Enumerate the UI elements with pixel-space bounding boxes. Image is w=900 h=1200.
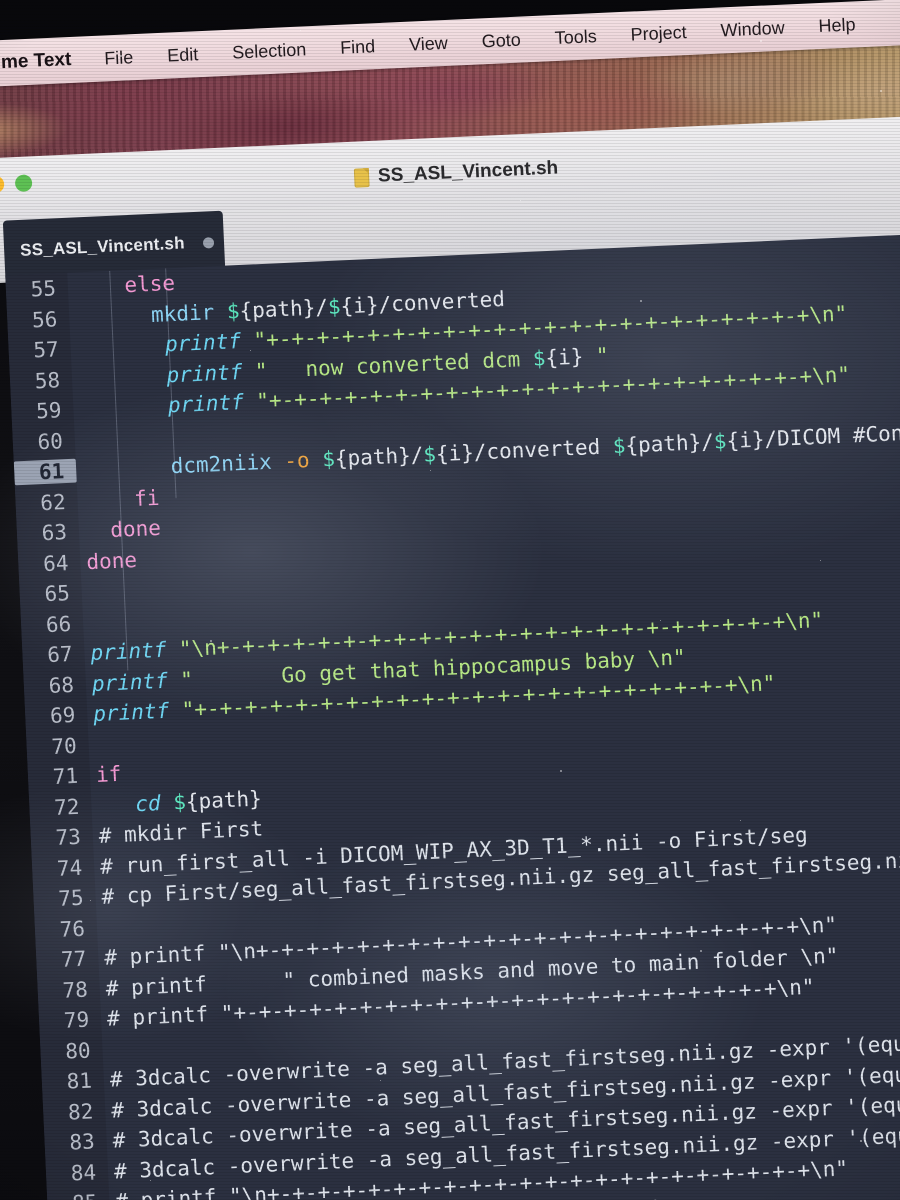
line-number: 72	[53, 794, 80, 820]
menu-goto[interactable]: Goto	[464, 28, 538, 52]
line-number: 85	[47, 1190, 110, 1200]
line-number: 74	[56, 855, 83, 881]
line-number: 82	[67, 1098, 94, 1125]
line-number: 55	[30, 276, 57, 302]
line-number: 81	[66, 1068, 93, 1094]
line-number: 58	[34, 367, 61, 393]
menu-file[interactable]: File	[87, 46, 151, 70]
line-number: 62	[39, 489, 67, 515]
code-lines[interactable]: 55 else 56 mkdir ${path}/${i}/converted 57…	[5, 232, 900, 1200]
menubar-app-name[interactable]: me Text	[1, 48, 88, 74]
line-number: 80	[64, 1038, 92, 1064]
line-number: 67	[46, 641, 74, 668]
menu-find[interactable]: Find	[323, 35, 393, 59]
code-editor[interactable]: 55 else 56 mkdir ${path}/${i}/converted 57…	[5, 232, 900, 1200]
line-number: 79	[63, 1007, 90, 1033]
menu-view[interactable]: View	[392, 32, 466, 56]
line-number: 65	[43, 581, 71, 607]
line-number: 66	[45, 611, 72, 637]
line-number: 76	[59, 916, 86, 942]
line-number: 69	[49, 702, 76, 729]
line-number: 57	[32, 337, 60, 363]
line-number: 78	[61, 977, 89, 1003]
line-number: 63	[41, 520, 68, 546]
line-number: 59	[35, 398, 63, 424]
line-number: 64	[42, 550, 69, 576]
line-number: 70	[50, 733, 78, 759]
screen-photo: me Text File Edit Selection Find View Go…	[0, 0, 900, 1200]
shell-script-icon	[353, 167, 370, 188]
menu-help[interactable]: Help	[801, 13, 873, 37]
line-number: 60	[37, 428, 64, 454]
line-number: 68	[48, 672, 75, 698]
line-number: 75	[57, 885, 85, 911]
line-number: 56	[31, 306, 58, 332]
line-number: 73	[55, 824, 82, 850]
line-number: 61	[13, 458, 77, 486]
window-title-text: SS_ASL_Vincent.sh	[377, 157, 559, 187]
menu-selection[interactable]: Selection	[215, 38, 324, 64]
menu-tools[interactable]: Tools	[537, 25, 614, 49]
menu-project[interactable]: Project	[613, 21, 704, 46]
line-number: 83	[68, 1129, 96, 1155]
line-number: 71	[52, 763, 79, 789]
menu-window[interactable]: Window	[703, 16, 802, 41]
tab-label: SS_ASL_Vincent.sh	[19, 233, 186, 260]
menu-edit[interactable]: Edit	[150, 43, 216, 67]
line-number: 77	[60, 946, 87, 972]
unsaved-changes-icon[interactable]	[202, 236, 214, 249]
sublime-text-window: SS_ASL_Vincent.sh SS_ASL_Vincent.sh 55 e…	[0, 114, 900, 1200]
line-number: 84	[70, 1159, 97, 1186]
